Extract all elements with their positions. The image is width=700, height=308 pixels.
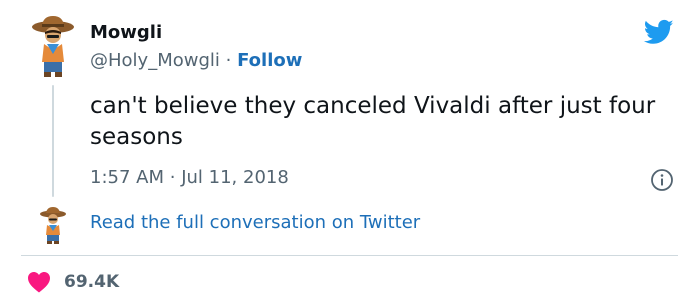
author-display-name[interactable]: Mowgli <box>90 22 162 43</box>
read-conversation-link[interactable]: Read the full conversation on Twitter <box>90 212 420 233</box>
tweet-timestamp[interactable]: 1:57 AM · Jul 11, 2018 <box>90 167 289 188</box>
timestamp-separator: · <box>169 167 176 188</box>
tweet-body-text: can't believe they canceled Vivaldi afte… <box>90 93 656 150</box>
tweet-embed-card: Mowgli @Holy_Mowgli · Follow can't belie… <box>0 0 700 308</box>
divider <box>21 255 678 256</box>
author-avatar[interactable] <box>31 14 75 78</box>
thread-connector-line <box>52 85 54 197</box>
author-handle-row: @Holy_Mowgli · Follow <box>90 50 302 71</box>
follow-button[interactable]: Follow <box>237 50 302 71</box>
author-handle[interactable]: @Holy_Mowgli <box>90 50 220 71</box>
heart-icon[interactable] <box>27 271 51 293</box>
info-icon[interactable] <box>650 168 674 192</box>
tweet-time: 1:57 AM <box>90 167 164 188</box>
twitter-bird-icon[interactable] <box>642 17 676 47</box>
handle-separator: · <box>225 50 232 71</box>
reply-avatar[interactable] <box>38 206 68 244</box>
tweet-date: Jul 11, 2018 <box>181 167 289 188</box>
like-count[interactable]: 69.4K <box>64 272 119 292</box>
